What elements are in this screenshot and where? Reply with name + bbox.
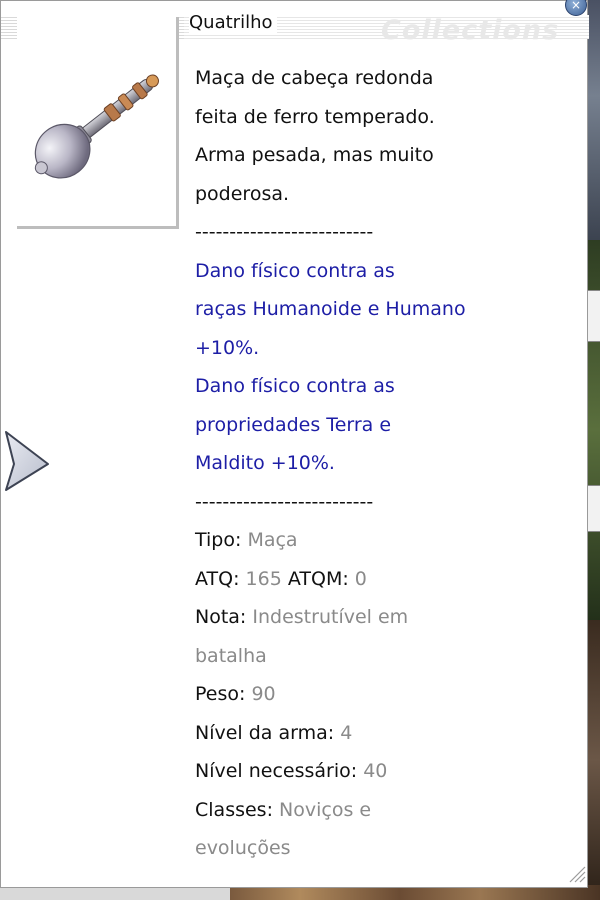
description-line: Maça de cabeça redonda bbox=[195, 67, 434, 89]
stat-label: Nível necessário: bbox=[195, 760, 358, 782]
stat-value: 0 bbox=[354, 567, 367, 590]
stat-atq: ATQ: 165 ATQM: 0 bbox=[195, 560, 565, 599]
stat-value: 90 bbox=[251, 683, 276, 705]
stat-value: 4 bbox=[340, 721, 353, 744]
stat-nota: Nota: Indestrutível em bbox=[195, 598, 565, 637]
stat-classes: Classes: Noviços e bbox=[195, 791, 565, 830]
description-line: feita de ferro temperado. bbox=[195, 105, 435, 128]
stat-label: Peso: bbox=[195, 683, 246, 705]
stat-value: evoluções bbox=[195, 837, 291, 859]
stat-value: 165 bbox=[245, 567, 282, 590]
stat-nivel-necessario: Nível necessário: 40 bbox=[195, 752, 565, 791]
item-image bbox=[17, 17, 179, 229]
stat-peso: Peso: 90 bbox=[195, 675, 565, 714]
stat-label: Tipo: bbox=[195, 529, 242, 551]
description-line: Arma pesada, mas muito bbox=[195, 144, 434, 166]
stat-label: Classes: bbox=[195, 798, 273, 821]
background-panel bbox=[586, 485, 600, 532]
window-watermark: Collections bbox=[381, 15, 560, 46]
stat-value: 40 bbox=[363, 760, 388, 782]
effect-line: +10%. bbox=[195, 336, 260, 359]
item-name: Quatrilho bbox=[189, 11, 277, 35]
stat-label: ATQM: bbox=[287, 567, 349, 590]
stat-label: Nível da arma: bbox=[195, 721, 335, 744]
stat-nivel-arma: Nível da arma: 4 bbox=[195, 714, 565, 753]
background-scene-bottom bbox=[586, 620, 600, 900]
stat-value: Maça bbox=[247, 529, 298, 551]
stat-label: ATQ: bbox=[195, 567, 240, 590]
separator: -------------------------- bbox=[195, 490, 374, 513]
separator: -------------------------- bbox=[195, 221, 374, 243]
description-line: poderosa. bbox=[195, 182, 290, 205]
stat-value: Noviços e bbox=[279, 798, 372, 821]
stat-value: Indestrutível em bbox=[252, 606, 409, 628]
stat-value: batalha bbox=[195, 644, 267, 667]
item-description: Maça de cabeça redonda feita de ferro te… bbox=[195, 59, 565, 868]
effect-line: Dano físico contra as bbox=[195, 259, 395, 282]
stat-tipo: Tipo: Maça bbox=[195, 521, 565, 560]
item-description-window[interactable]: Collections Quatrilho Maça de cabeça red… bbox=[0, 0, 589, 888]
resize-grip-icon[interactable] bbox=[566, 863, 586, 883]
effect-line: raças Humanoide e Humano bbox=[195, 298, 466, 320]
effect-line: Dano físico contra as bbox=[195, 375, 395, 397]
background-panel bbox=[586, 290, 600, 342]
effect-line: propriedades Terra e bbox=[195, 413, 392, 436]
triangle-pointer-icon[interactable] bbox=[2, 428, 52, 494]
stat-label: Nota: bbox=[195, 606, 247, 628]
effect-line: Maldito +10%. bbox=[195, 452, 335, 474]
mace-icon bbox=[34, 74, 159, 179]
